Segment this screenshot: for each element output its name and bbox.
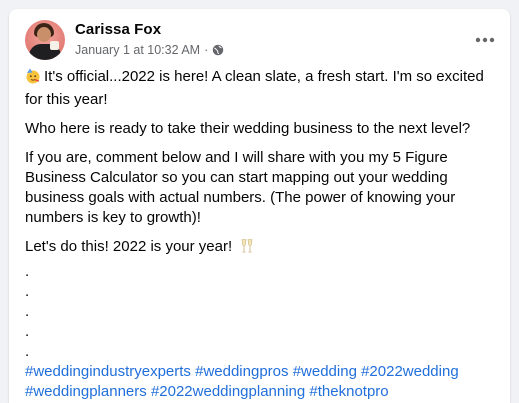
post-paragraph-4: Let's do this! 2022 is your year! [25, 237, 497, 260]
avatar-item [50, 41, 59, 50]
dot-line: . [25, 303, 30, 320]
post-body: It's official...2022 is here! A clean sl… [25, 67, 497, 403]
avatar-face [37, 27, 51, 42]
dot-line: . [25, 283, 30, 300]
post-paragraph-4-text: Let's do this! 2022 is your year! [25, 238, 233, 255]
hashtag-2022weddingplanning[interactable]: #2022weddingplanning [151, 383, 305, 400]
more-options-button[interactable] [470, 25, 500, 55]
dots-spacer: . . . . . [25, 262, 497, 362]
post-paragraph-3: If you are, comment below and I will sha… [25, 149, 456, 226]
partying-face-emoji [25, 68, 41, 90]
hashtag-theknotpro[interactable]: #theknotpro [309, 383, 388, 400]
author-name[interactable]: Carissa Fox [75, 21, 161, 38]
post-header: Carissa Fox January 1 at 10:32 AM · [9, 9, 510, 61]
hashtag-weddingpros[interactable]: #weddingpros [195, 363, 288, 380]
post-timestamp[interactable]: January 1 at 10:32 AM [75, 43, 200, 57]
dot-line: . [25, 263, 30, 280]
post-card: Carissa Fox January 1 at 10:32 AM · It's… [9, 9, 510, 403]
hashtag-weddingindustryexperts[interactable]: #weddingindustryexperts [25, 363, 191, 380]
post-meta: January 1 at 10:32 AM · [75, 43, 224, 57]
hashtag-wedding[interactable]: #wedding [293, 363, 357, 380]
more-horizontal-icon [475, 37, 495, 43]
post-paragraph-1: It's official...2022 is here! A clean sl… [25, 67, 497, 110]
avatar[interactable] [25, 20, 65, 60]
hashtag-list: #weddingindustryexperts #weddingpros #we… [25, 362, 497, 402]
dot-line: . [25, 343, 30, 360]
dot-line: . [25, 323, 30, 340]
hashtag-weddingplanners[interactable]: #weddingplanners [25, 383, 147, 400]
hashtag-2022wedding[interactable]: #2022wedding [361, 363, 459, 380]
clinking-glasses-emoji [239, 238, 255, 260]
meta-separator: · [204, 43, 209, 57]
globe-icon[interactable] [212, 44, 224, 56]
post-paragraph-2: Who here is ready to take their wedding … [25, 120, 471, 137]
post-paragraph-1-text: It's official...2022 is here! A clean sl… [25, 68, 484, 108]
